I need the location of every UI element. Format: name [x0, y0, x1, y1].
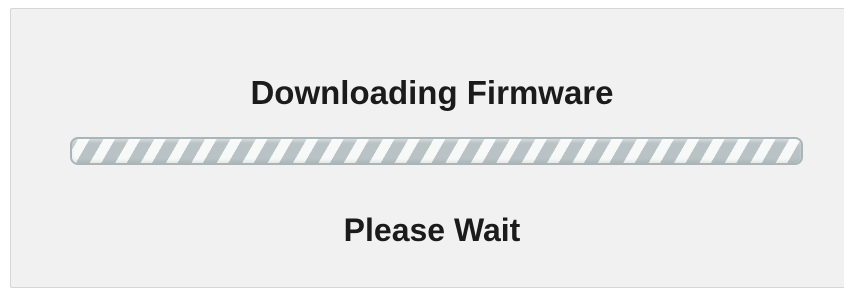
- dialog-subtitle: Please Wait: [343, 212, 521, 248]
- progress-bar: [70, 137, 803, 165]
- dialog-title: Downloading Firmware: [250, 74, 614, 111]
- firmware-download-dialog: Downloading Firmware Please Wait: [10, 8, 844, 288]
- progress-bar-fill: [72, 139, 801, 163]
